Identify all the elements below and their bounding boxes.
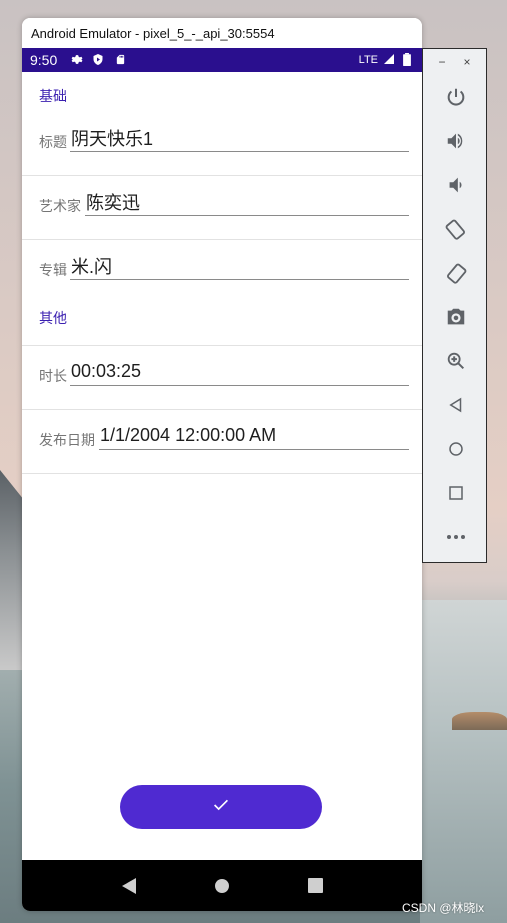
section-header-other: 其他: [22, 304, 422, 346]
field-row-album: 专辑: [22, 240, 422, 304]
nav-home-button[interactable]: [210, 874, 234, 898]
title-label: 标题: [39, 134, 67, 150]
rotate-left-icon: [445, 219, 465, 240]
nav-back-button[interactable]: [117, 874, 141, 898]
volume-up-icon: [447, 133, 462, 149]
album-label: 专辑: [39, 262, 67, 278]
more-button[interactable]: [423, 515, 488, 559]
settings-gear-icon: [69, 53, 83, 67]
check-icon: [214, 798, 228, 816]
app-form: 基础 标题 艺术家 专辑 其他 时长 发布日期: [22, 72, 422, 860]
field-row-artist: 艺术家: [22, 176, 422, 240]
overview-icon: [448, 486, 463, 500]
window-title-bar[interactable]: Android Emulator - pixel_5_-_api_30:5554: [22, 18, 422, 48]
duration-label: 时长: [39, 368, 67, 384]
camera-icon: [447, 308, 464, 325]
more-icon: [446, 535, 465, 539]
nav-overview-button[interactable]: [303, 874, 327, 898]
title-input[interactable]: [70, 124, 409, 152]
release-date-input[interactable]: [99, 422, 409, 450]
back-button[interactable]: [423, 383, 488, 427]
signal-icon: [382, 53, 396, 67]
minimize-button[interactable]: −: [438, 55, 445, 69]
rotate-right-icon: [446, 263, 466, 284]
zoom-button[interactable]: [423, 339, 488, 383]
home-circle-icon: [214, 878, 229, 893]
field-row-duration: 时长: [22, 346, 422, 410]
csdn-watermark: CSDN @林晓lx: [402, 901, 485, 915]
artist-label: 艺术家: [39, 198, 81, 214]
desktop-background-lake: [420, 600, 507, 923]
overview-button[interactable]: [423, 471, 488, 515]
android-status-bar: 9:50 LTE: [22, 48, 422, 72]
android-nav-bar: [22, 860, 422, 911]
play-protect-icon: [91, 53, 105, 67]
home-button[interactable]: [423, 427, 488, 471]
close-button[interactable]: ×: [464, 55, 471, 69]
battery-icon: [400, 53, 414, 67]
desktop-background-reeds: [452, 712, 507, 730]
screenshot-button[interactable]: [423, 295, 488, 339]
volume-up-button[interactable]: [423, 119, 488, 163]
network-type: LTE: [358, 54, 378, 66]
rotate-right-button[interactable]: [423, 251, 488, 295]
album-input[interactable]: [70, 252, 409, 280]
overview-square-icon: [307, 878, 323, 893]
field-row-release-date: 发布日期: [22, 410, 422, 474]
sd-card-icon: [113, 53, 127, 67]
back-triangle-icon: [121, 877, 136, 894]
rotate-left-button[interactable]: [423, 207, 488, 251]
power-button[interactable]: [423, 75, 488, 119]
field-row-title: 标题: [22, 112, 422, 176]
emulator-side-toolbar: − ×: [422, 48, 487, 563]
zoom-icon: [447, 352, 464, 370]
emulator-window: Android Emulator - pixel_5_-_api_30:5554…: [22, 18, 422, 911]
window-title: Android Emulator - pixel_5_-_api_30:5554: [31, 25, 275, 41]
artist-input[interactable]: [85, 188, 409, 216]
duration-input[interactable]: [70, 358, 409, 386]
power-icon: [447, 88, 464, 106]
volume-down-button[interactable]: [423, 163, 488, 207]
confirm-button[interactable]: [120, 785, 322, 829]
home-icon: [448, 442, 463, 456]
release-date-label: 发布日期: [39, 432, 95, 448]
section-header-basic: 基础: [39, 88, 67, 104]
volume-down-icon: [449, 177, 462, 193]
status-time: 9:50: [30, 52, 58, 68]
back-icon: [448, 397, 461, 413]
toolbar-window-controls: − ×: [423, 49, 486, 75]
